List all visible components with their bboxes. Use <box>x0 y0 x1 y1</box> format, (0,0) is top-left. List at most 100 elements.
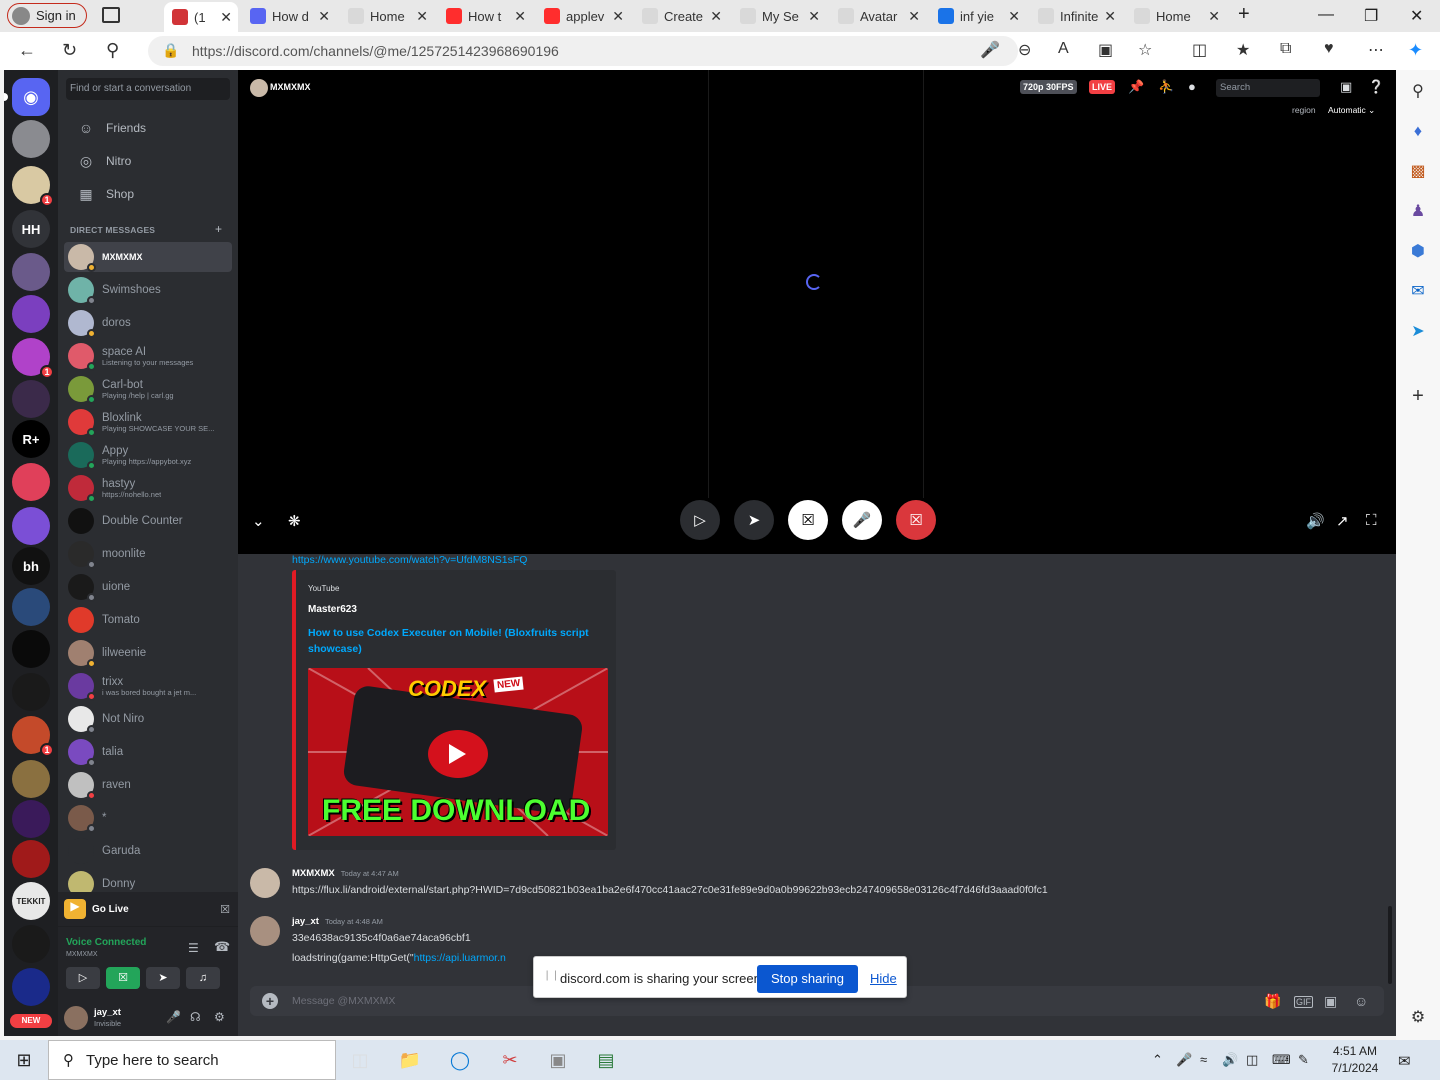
server-icon[interactable] <box>12 800 50 838</box>
battery-icon[interactable]: ◫ <box>1246 1052 1258 1068</box>
server-icon[interactable] <box>12 120 50 158</box>
message-avatar[interactable] <box>250 868 280 898</box>
pen-icon[interactable]: ✎ <box>1298 1052 1309 1068</box>
stop-sharing-button[interactable]: Stop sharing <box>757 965 858 993</box>
read-aloud-icon[interactable]: A <box>1058 40 1069 58</box>
pop-out-icon[interactable]: ↗ <box>1336 512 1349 530</box>
tab-close-icon[interactable]: ✕ <box>612 8 624 25</box>
stop-stream-icon[interactable]: ☒ <box>220 903 230 916</box>
browser-tab[interactable]: How d ✕ <box>242 0 336 32</box>
zoom-icon[interactable]: ⊖ <box>1018 40 1031 60</box>
tab-close-icon[interactable]: ✕ <box>1208 8 1220 25</box>
server-icon[interactable] <box>12 380 50 418</box>
server-icon[interactable] <box>12 968 50 1006</box>
tab-close-icon[interactable]: ✕ <box>1008 8 1020 25</box>
embed-title[interactable]: How to use Codex Executer on Mobile! (Bl… <box>308 625 608 657</box>
profile-icon[interactable]: ● <box>1188 79 1196 94</box>
taskbar-search-input[interactable]: ⚲ Type here to search <box>48 1040 336 1080</box>
search-icon[interactable]: ⚲ <box>106 40 119 61</box>
server-icon[interactable] <box>12 840 50 878</box>
nav-shop[interactable]: ▦ Shop <box>66 179 230 209</box>
server-icon[interactable] <box>12 630 50 668</box>
server-icon[interactable] <box>12 760 50 798</box>
app-window-icon[interactable]: ▣ <box>546 1048 570 1072</box>
split-screen-icon[interactable]: ◫ <box>1192 40 1207 60</box>
server-icon[interactable]: 1 <box>12 716 54 757</box>
dm-item[interactable]: MXMXMX <box>64 242 232 272</box>
sticker-icon[interactable]: ▣ <box>1324 993 1337 1010</box>
tab-close-icon[interactable]: ✕ <box>808 8 820 25</box>
end-call-button[interactable]: ☒ <box>896 500 936 540</box>
stage-search-input[interactable]: Search <box>1216 79 1320 97</box>
new-tab-icon[interactable]: + <box>1238 3 1250 26</box>
browser-tab[interactable]: How t ✕ <box>438 0 532 32</box>
wifi-icon[interactable]: ≈ <box>1200 1052 1207 1067</box>
hide-link[interactable]: Hide <box>870 971 897 986</box>
server-icon[interactable]: HH <box>12 210 50 248</box>
tab-close-icon[interactable]: ✕ <box>514 8 526 25</box>
edge-taskbar-icon[interactable]: ◯ <box>448 1048 472 1072</box>
tab-close-icon[interactable]: ✕ <box>220 9 232 26</box>
dm-search-input[interactable]: Find or start a conversation <box>66 78 230 100</box>
message-username[interactable]: jay_xt <box>292 916 319 927</box>
dm-item[interactable]: hastyy https://nohello.net <box>64 473 232 503</box>
tab-close-icon[interactable]: ✕ <box>416 8 428 25</box>
add-friend-icon[interactable]: ⛹ <box>1158 79 1174 95</box>
games-icon[interactable]: ♟ <box>1408 202 1428 222</box>
task-view-icon[interactable]: ◫ <box>348 1048 372 1072</box>
notepad-app-icon[interactable]: ▤ <box>594 1048 618 1072</box>
inbox-icon[interactable]: ▣ <box>1340 79 1352 95</box>
streamer-avatar[interactable] <box>250 79 268 97</box>
emoji-icon[interactable]: ☺ <box>1354 993 1368 1009</box>
keyboard-icon[interactable]: ⌨ <box>1272 1052 1291 1068</box>
tray-chevron-icon[interactable]: ⌃ <box>1152 1052 1163 1068</box>
effects-icon[interactable]: ❋ <box>288 512 301 530</box>
server-icon[interactable] <box>12 463 50 501</box>
outlook-icon[interactable]: ✉ <box>1408 282 1428 302</box>
message-link[interactable]: https://flux.li/android/external/start.p… <box>292 884 1048 896</box>
shopping-tag-icon[interactable]: ♦ <box>1408 122 1428 142</box>
dm-item[interactable]: Tomato <box>64 605 232 635</box>
server-icon[interactable]: 1 <box>12 166 54 207</box>
dm-item[interactable]: Swimshoes <box>64 275 232 305</box>
dm-item[interactable]: Not Niro <box>64 704 232 734</box>
fullscreen-icon[interactable]: ⛶ <box>1366 512 1377 529</box>
tools-icon[interactable]: ▩ <box>1408 162 1428 182</box>
dm-item[interactable]: Double Counter <box>64 506 232 536</box>
sign-in-button[interactable]: Sign in <box>7 3 87 28</box>
microphone-icon[interactable]: 🎤 <box>166 1010 181 1024</box>
browser-tab[interactable]: Home ✕ <box>1126 0 1226 32</box>
video-thumbnail[interactable]: CODEX NEW FREE DOWNLOAD <box>308 668 608 836</box>
create-dm-icon[interactable]: + <box>215 222 222 236</box>
embed-author[interactable]: Master623 <box>308 604 357 615</box>
server-icon[interactable] <box>12 925 50 963</box>
nav-friends[interactable]: ☺ Friends <box>66 113 230 143</box>
go-live-panel[interactable]: ▶ Go Live ☒ <box>58 892 238 926</box>
drop-icon[interactable]: ➤ <box>1408 322 1428 342</box>
browser-tab[interactable]: Infinite ✕ <box>1030 0 1122 32</box>
close-window-icon[interactable]: ✕ <box>1410 6 1423 26</box>
more-menu-icon[interactable]: ⋯ <box>1368 40 1384 60</box>
server-icon[interactable] <box>12 507 50 545</box>
dm-item[interactable]: talia <box>64 737 232 767</box>
browser-essentials-icon[interactable]: ♥ <box>1324 40 1334 58</box>
tray-microphone-icon[interactable]: 🎤 <box>1176 1052 1192 1068</box>
favorites-icon[interactable]: ★ <box>1236 40 1250 60</box>
server-icon[interactable]: TEKKIT <box>12 882 50 920</box>
tab-close-icon[interactable]: ✕ <box>318 8 330 25</box>
sidebar-search-icon[interactable]: ⚲ <box>1408 82 1428 102</box>
tab-close-icon[interactable]: ✕ <box>1104 8 1116 25</box>
windows-start-icon[interactable]: ⊞ <box>12 1048 36 1072</box>
voice-channel-name[interactable]: MXMXMX <box>66 951 98 958</box>
app-available-icon[interactable]: ▣ <box>1098 40 1113 60</box>
dm-item[interactable]: lilweenie <box>64 638 232 668</box>
message-username[interactable]: MXMXMX <box>292 868 335 879</box>
help-icon[interactable]: ❔ <box>1368 79 1384 95</box>
dm-item[interactable]: uione <box>64 572 232 602</box>
file-explorer-icon[interactable]: 📁 <box>398 1048 422 1072</box>
dm-item[interactable]: doros <box>64 308 232 338</box>
restore-icon[interactable]: ❐ <box>1364 6 1378 26</box>
dm-item[interactable]: raven <box>64 770 232 800</box>
nav-nitro[interactable]: ◎ Nitro <box>66 146 230 176</box>
disconnect-icon[interactable]: ☎ <box>214 939 230 955</box>
